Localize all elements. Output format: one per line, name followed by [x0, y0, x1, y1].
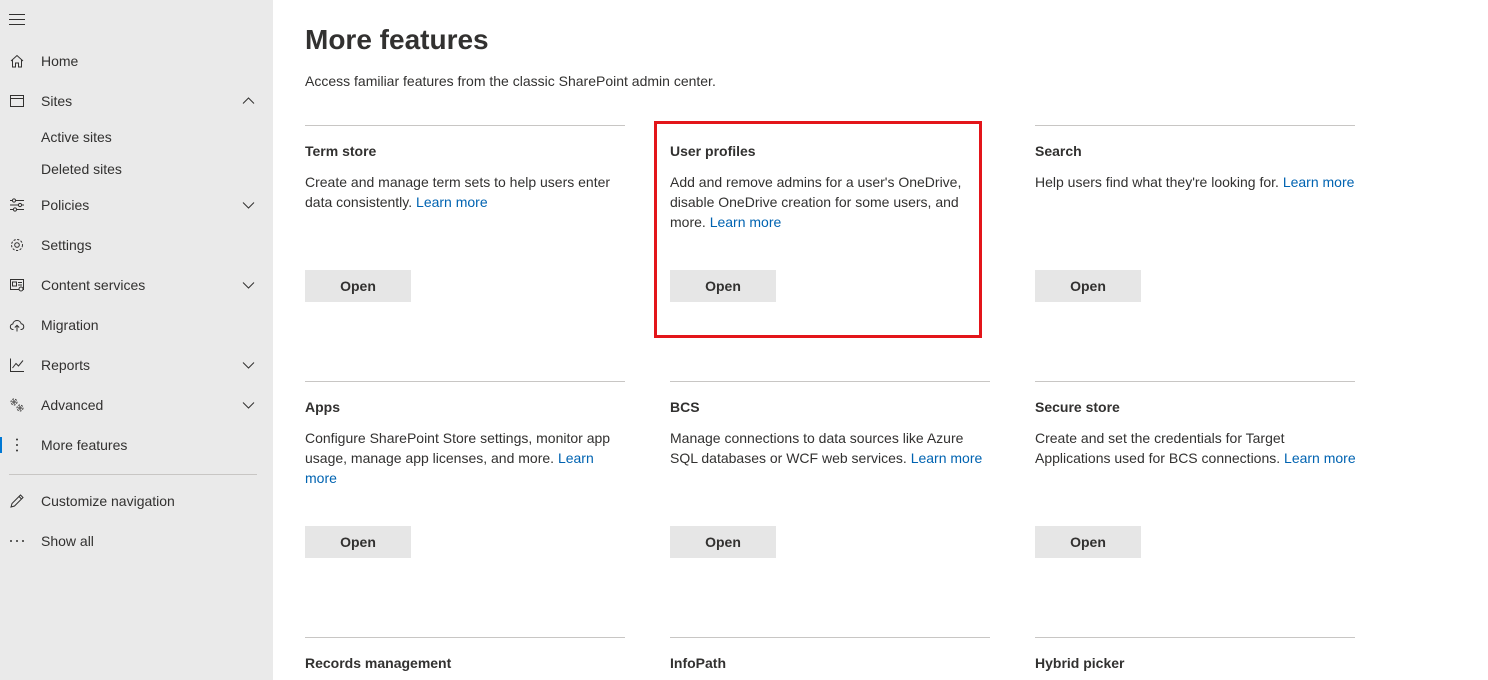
card-divider — [305, 637, 625, 638]
chevron-down-icon — [242, 200, 255, 210]
left-navigation: Home Sites Active sites Deleted sites Po… — [0, 0, 273, 680]
nav-label: Reports — [41, 357, 91, 373]
card-title: Term store — [305, 143, 377, 159]
nav-item-home[interactable]: Home — [0, 45, 273, 77]
gear-icon — [9, 237, 25, 253]
open-button[interactable]: Open — [670, 270, 776, 302]
nav-label: Migration — [41, 317, 99, 333]
nav-label: Customize navigation — [41, 493, 175, 509]
more-vertical-icon — [9, 437, 25, 453]
page-description: Access familiar features from the classi… — [305, 73, 716, 89]
chevron-down-icon — [242, 280, 255, 290]
learn-more-link[interactable]: Learn more — [1283, 174, 1355, 190]
nav-item-migration[interactable]: Migration — [0, 309, 273, 341]
nav-item-content-services[interactable]: Content services — [0, 269, 273, 301]
nav-label: Sites — [41, 93, 73, 109]
policies-icon — [9, 197, 25, 213]
card-title: Hybrid picker — [1035, 655, 1125, 671]
nav-label: Advanced — [41, 397, 104, 413]
nav-item-reports[interactable]: Reports — [0, 349, 273, 381]
learn-more-link[interactable]: Learn more — [416, 194, 488, 210]
nav-label: More features — [41, 437, 128, 453]
open-button[interactable]: Open — [305, 270, 411, 302]
card-title: Secure store — [1035, 399, 1120, 415]
home-icon — [9, 53, 25, 69]
selected-indicator — [0, 437, 2, 453]
nav-divider — [9, 474, 257, 475]
open-button[interactable]: Open — [305, 526, 411, 558]
nav-item-customize-navigation[interactable]: Customize navigation — [0, 485, 273, 517]
card-description: Manage connections to data sources like … — [670, 428, 992, 468]
card-description-text: Create and set the credentials for Targe… — [1035, 430, 1285, 466]
nav-item-more-features[interactable]: More features — [0, 429, 273, 461]
nav-item-policies[interactable]: Policies — [0, 189, 273, 221]
card-title: InfoPath — [670, 655, 726, 671]
nav-item-deleted-sites[interactable]: Deleted sites — [0, 153, 273, 185]
sites-icon — [9, 93, 25, 109]
card-title: Search — [1035, 143, 1082, 159]
hamburger-menu-icon[interactable] — [9, 14, 25, 26]
nav-label: Content services — [41, 277, 146, 293]
nav-item-advanced[interactable]: Advanced — [0, 389, 273, 421]
gears-icon — [9, 397, 25, 413]
nav-label: Deleted sites — [41, 161, 122, 177]
open-button[interactable]: Open — [1035, 270, 1141, 302]
nav-label: Policies — [41, 197, 90, 213]
card-divider — [305, 381, 625, 382]
card-description: Create and set the credentials for Targe… — [1035, 428, 1357, 468]
card-divider — [670, 381, 990, 382]
chart-line-icon — [9, 357, 25, 373]
card-title: Apps — [305, 399, 340, 415]
card-title: BCS — [670, 399, 700, 415]
card-divider — [670, 637, 990, 638]
card-description-text: Help users find what they're looking for… — [1035, 174, 1279, 190]
content-services-icon — [9, 277, 25, 293]
card-description: Add and remove admins for a user's OneDr… — [670, 172, 992, 232]
learn-more-link[interactable]: Learn more — [911, 450, 983, 466]
cloud-upload-icon — [9, 317, 25, 333]
card-title: Records management — [305, 655, 452, 671]
nav-item-sites[interactable]: Sites — [0, 85, 273, 117]
main-content: More features Access familiar features f… — [273, 0, 1488, 680]
chevron-up-icon — [242, 96, 255, 106]
learn-more-link[interactable]: Learn more — [1284, 450, 1356, 466]
nav-label: Show all — [41, 533, 94, 549]
card-divider — [1035, 125, 1355, 126]
nav-label: Settings — [41, 237, 92, 253]
nav-label: Active sites — [41, 129, 112, 145]
open-button[interactable]: Open — [1035, 526, 1141, 558]
nav-item-show-all[interactable]: Show all — [0, 525, 273, 557]
pencil-icon — [9, 493, 25, 509]
card-divider — [1035, 381, 1355, 382]
nav-label: Home — [41, 53, 79, 69]
learn-more-link[interactable]: Learn more — [710, 214, 782, 230]
card-divider — [1035, 637, 1355, 638]
nav-item-settings[interactable]: Settings — [0, 229, 273, 261]
card-description: Configure SharePoint Store settings, mon… — [305, 428, 627, 488]
more-horizontal-icon — [9, 533, 25, 549]
open-button[interactable]: Open — [670, 526, 776, 558]
card-divider — [305, 125, 625, 126]
nav-item-active-sites[interactable]: Active sites — [0, 121, 273, 153]
card-description: Create and manage term sets to help user… — [305, 172, 627, 212]
page-title: More features — [305, 24, 489, 55]
card-title: User profiles — [670, 143, 756, 159]
card-description: Help users find what they're looking for… — [1035, 172, 1357, 192]
chevron-down-icon — [242, 400, 255, 410]
chevron-down-icon — [242, 360, 255, 370]
